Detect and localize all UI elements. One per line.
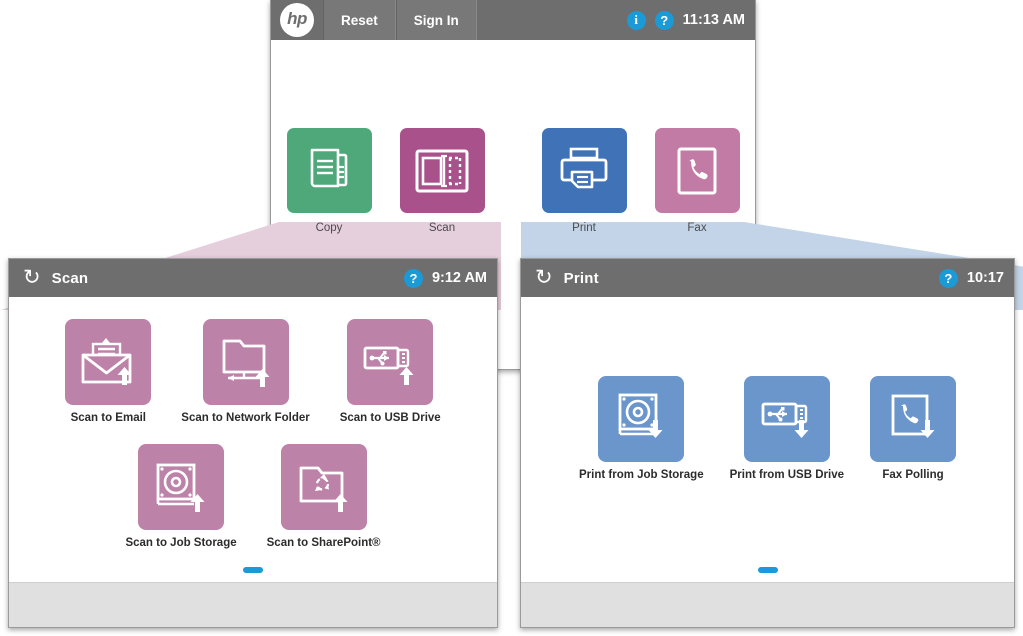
- print-tile-label: Print: [572, 222, 596, 234]
- scan-to-network-folder-icon: [222, 339, 269, 387]
- print-tile-usb[interactable]: Print from USB Drive: [730, 376, 844, 483]
- back-arrow-icon[interactable]: ↺: [535, 266, 553, 289]
- print-from-usb-drive-label: Print from USB Drive: [729, 469, 844, 481]
- scan-to-usb-drive-label: Scan to USB Drive: [339, 412, 441, 424]
- scan-icon: [415, 149, 469, 192]
- scan-to-usb-drive-square[interactable]: [347, 319, 434, 405]
- fax-tile-square[interactable]: [654, 128, 740, 213]
- scan-row-1: Scan to Email Scan to Network Folder Sca…: [9, 319, 497, 426]
- help-icon[interactable]: ?: [654, 10, 674, 30]
- scan-to-email-icon: [81, 338, 132, 385]
- scan-pager[interactable]: [9, 567, 497, 573]
- fax-polling-square[interactable]: [870, 376, 956, 462]
- print-row-1: Print from Job Storage Print from USB Dr…: [521, 376, 1014, 483]
- home-app-tiles: Copy Scan Print Fax: [271, 128, 755, 236]
- scan-to-sharepoint-icon: [299, 466, 348, 512]
- scan-to-sharepoint-label: Scan to SharePoint®: [266, 536, 381, 549]
- print-titlebar: ↺ Print ? 10:17: [521, 259, 1014, 297]
- print-from-job-storage-square[interactable]: [598, 376, 685, 462]
- scan-tile-label: Scan: [428, 222, 456, 234]
- scan-body: Scan to Email Scan to Network Folder Sca…: [9, 297, 497, 627]
- copy-tile-square[interactable]: [286, 128, 372, 213]
- print-from-job-storage-icon: [618, 393, 663, 438]
- fax-polling-label: Fax Polling: [882, 469, 944, 481]
- scan-tile-job-storage[interactable]: Scan to Job Storage: [125, 443, 237, 551]
- hp-logo-text: hp: [287, 9, 307, 28]
- home-tile-scan[interactable]: Scan: [399, 128, 485, 236]
- home-clock: 11:13 AM: [682, 12, 745, 28]
- copy-icon: [310, 148, 348, 187]
- reset-button[interactable]: Reset: [323, 0, 396, 40]
- print-window-title: Print: [563, 269, 599, 287]
- scan-row-2: Scan to Job Storage Scan to SharePoint®: [9, 443, 497, 551]
- print-from-usb-drive-icon: [761, 402, 809, 438]
- scan-to-email-label: Scan to Email: [70, 412, 146, 424]
- scan-to-sharepoint-square[interactable]: [280, 443, 367, 530]
- home-tile-copy[interactable]: Copy: [286, 128, 372, 236]
- scan-to-job-storage-square[interactable]: [138, 443, 225, 530]
- home-titlebar: hp Reset Sign In i ? 11:13 AM: [271, 0, 755, 40]
- scan-to-email-square[interactable]: [65, 319, 152, 405]
- help-icon[interactable]: ?: [938, 268, 958, 288]
- scan-to-job-storage-icon: [156, 463, 205, 512]
- print-window: ↺ Print ? 10:17 Print from Job Storage P…: [520, 258, 1015, 628]
- print-clock: 10:17: [966, 270, 1004, 286]
- sign-in-button[interactable]: Sign In: [395, 0, 477, 40]
- print-body: Print from Job Storage Print from USB Dr…: [521, 297, 1014, 627]
- home-tile-print[interactable]: Print: [541, 128, 627, 236]
- scan-tile-square[interactable]: [399, 128, 485, 213]
- print-from-usb-drive-square[interactable]: [743, 376, 830, 462]
- fax-icon: [677, 147, 717, 194]
- scan-to-usb-drive-icon: [363, 346, 414, 385]
- scan-clock: 9:12 AM: [431, 270, 487, 286]
- scan-window-title: Scan: [51, 269, 89, 287]
- scan-tile-email[interactable]: Scan to Email: [65, 319, 152, 426]
- help-icon[interactable]: ?: [403, 268, 423, 288]
- scan-to-network-folder-square[interactable]: [202, 319, 289, 405]
- scan-tile-network-folder[interactable]: Scan to Network Folder: [181, 319, 310, 426]
- copy-tile-label: Copy: [315, 222, 343, 234]
- home-tile-fax[interactable]: Fax: [654, 128, 740, 236]
- info-icon[interactable]: i: [626, 10, 646, 30]
- scan-pager-dot[interactable]: [243, 567, 263, 573]
- scan-window: ↺ Scan ? 9:12 AM Scan to Email Scan to N…: [8, 258, 498, 628]
- print-tile-job-storage[interactable]: Print from Job Storage: [579, 376, 704, 483]
- print-pager-dot[interactable]: [757, 567, 778, 573]
- scan-tile-sharepoint[interactable]: Scan to SharePoint®: [266, 443, 381, 551]
- hp-logo[interactable]: hp: [280, 3, 314, 37]
- print-tile-fax-polling[interactable]: Fax Polling: [870, 376, 956, 483]
- print-pager[interactable]: [521, 567, 1014, 573]
- back-arrow-icon[interactable]: ↺: [23, 266, 41, 289]
- scan-to-network-folder-label: Scan to Network Folder: [181, 412, 310, 424]
- print-tile-square[interactable]: [541, 128, 627, 213]
- scan-tile-usb[interactable]: Scan to USB Drive: [340, 319, 441, 426]
- fax-polling-icon: [891, 394, 935, 438]
- fax-tile-label: Fax: [687, 222, 707, 234]
- scan-footer-bar: [9, 582, 497, 627]
- print-from-job-storage-label: Print from Job Storage: [579, 469, 704, 481]
- scan-titlebar: ↺ Scan ? 9:12 AM: [9, 259, 497, 297]
- print-icon: [560, 147, 608, 188]
- print-footer-bar: [521, 582, 1014, 627]
- scan-to-job-storage-label: Scan to Job Storage: [125, 536, 237, 549]
